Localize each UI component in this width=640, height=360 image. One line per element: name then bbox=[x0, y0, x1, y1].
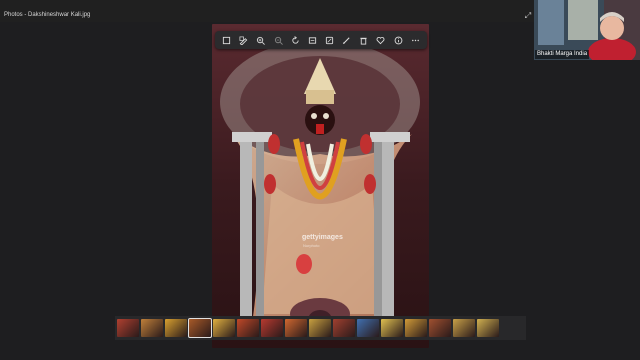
info-icon[interactable] bbox=[392, 34, 404, 46]
main-photo[interactable] bbox=[212, 24, 429, 348]
filmstrip-thumbnail[interactable] bbox=[117, 319, 139, 337]
watermark-text: gettyimages bbox=[302, 234, 343, 241]
filmstrip bbox=[115, 316, 526, 340]
more-icon[interactable] bbox=[409, 34, 421, 46]
edit-icon[interactable] bbox=[238, 34, 250, 46]
filmstrip-thumbnail[interactable] bbox=[477, 319, 499, 337]
draw-icon[interactable] bbox=[341, 34, 353, 46]
expand-icon[interactable]: ⤢ bbox=[523, 12, 533, 20]
filmstrip-thumbnail[interactable] bbox=[405, 319, 427, 337]
window-title: Photos - Dakshineshwar Kali.jpg bbox=[4, 12, 91, 18]
delete-icon[interactable] bbox=[358, 34, 370, 46]
filmstrip-thumbnail[interactable] bbox=[309, 319, 331, 337]
fit-icon[interactable] bbox=[306, 34, 318, 46]
crop-icon[interactable] bbox=[221, 34, 233, 46]
watermark-credit: Nurphoto bbox=[303, 243, 320, 248]
filmstrip-thumbnail[interactable] bbox=[141, 319, 163, 337]
filmstrip-thumbnail[interactable] bbox=[453, 319, 475, 337]
rotate-icon[interactable] bbox=[289, 34, 301, 46]
photo-toolbar bbox=[215, 31, 427, 49]
zoom-in-icon[interactable] bbox=[255, 34, 267, 46]
filmstrip-thumbnail[interactable] bbox=[165, 319, 187, 337]
filmstrip-thumbnail[interactable] bbox=[381, 319, 403, 337]
filmstrip-thumbnail[interactable] bbox=[333, 319, 355, 337]
favorite-icon[interactable] bbox=[375, 34, 387, 46]
filmstrip-thumbnail[interactable] bbox=[188, 318, 212, 338]
zoom-out-icon[interactable] bbox=[272, 34, 284, 46]
participant-name: Bhakti Marga India bbox=[535, 50, 590, 59]
filmstrip-thumbnail[interactable] bbox=[357, 319, 379, 337]
photo-image bbox=[212, 24, 429, 348]
filmstrip-thumbnail[interactable] bbox=[429, 319, 451, 337]
filmstrip-thumbnail[interactable] bbox=[285, 319, 307, 337]
markup-icon[interactable] bbox=[324, 34, 336, 46]
filmstrip-thumbnail[interactable] bbox=[237, 319, 259, 337]
filmstrip-thumbnail[interactable] bbox=[261, 319, 283, 337]
filmstrip-thumbnail[interactable] bbox=[213, 319, 235, 337]
